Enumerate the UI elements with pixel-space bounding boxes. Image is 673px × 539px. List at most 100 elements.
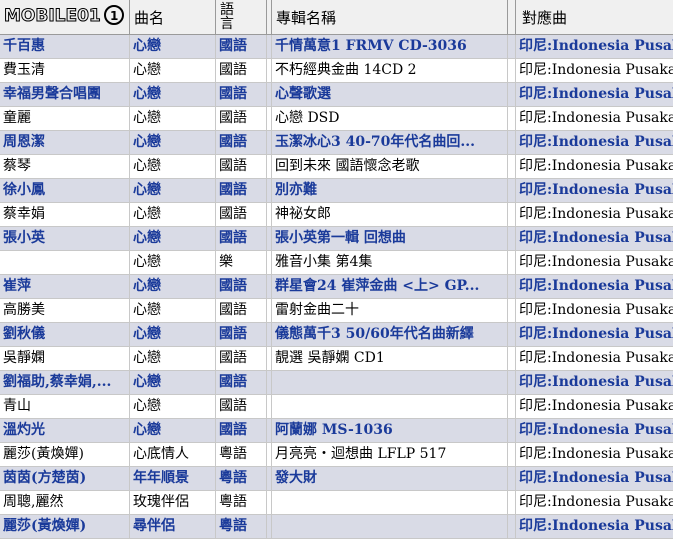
table-row[interactable]: 周聰,麗然 玫瑰伴侶 粵語 印尼:Indonesia Pusaka <box>0 491 673 515</box>
song-cell[interactable]: 心戀 <box>130 275 216 298</box>
album-cell[interactable]: 心戀 DSD <box>272 107 508 130</box>
column-header-language[interactable]: 語 言 <box>216 0 267 34</box>
album-cell[interactable]: 千情萬意1 FRMV CD-3036 <box>272 35 508 58</box>
song-cell[interactable]: 心戀 <box>130 347 216 370</box>
language-cell[interactable]: 國語 <box>216 35 267 58</box>
song-cell[interactable]: 心戀 <box>130 179 216 202</box>
song-cell[interactable]: 年年順景 <box>130 467 216 490</box>
table-row[interactable]: 蔡琴 心戀 國語 回到未來 國語懷念老歌 印尼:Indonesia Pusaka <box>0 155 673 179</box>
singer-cell[interactable]: 吳靜嫻 <box>0 347 130 370</box>
singer-cell[interactable]: 幸福男聲合唱團 <box>0 83 130 106</box>
match-cell[interactable]: 印尼:Indonesia Pusaka <box>516 155 673 178</box>
language-cell[interactable]: 粵語 <box>216 491 267 514</box>
song-cell[interactable]: 心戀 <box>130 107 216 130</box>
table-row[interactable]: 麗莎(黃煥嬋)尋伴侶粵語 印尼:Indonesia Pusaka <box>0 515 673 539</box>
singer-cell[interactable]: 茵茵(方楚茵) <box>0 467 130 490</box>
singer-cell[interactable]: 張小英 <box>0 227 130 250</box>
singer-cell[interactable]: 童麗 <box>0 107 130 130</box>
table-row[interactable]: 千百惠 心戀 國語 千情萬意1 FRMV CD-3036 印尼:Indonesia Pu… <box>0 35 673 59</box>
table-row[interactable]: 吳靜嫻 心戀 國語 靚選 吳靜嫻 CD1 印尼:Indonesia Pusaka <box>0 347 673 371</box>
match-cell[interactable]: 印尼:Indonesia Pusaka <box>516 371 673 394</box>
language-cell[interactable]: 粵語 <box>216 467 267 490</box>
match-cell[interactable]: 印尼:Indonesia Pusaka <box>516 491 673 514</box>
table-row[interactable]: 費玉清 心戀 國語 不朽經典金曲 14CD 2 印尼:Indonesia Pusaka <box>0 59 673 83</box>
song-cell[interactable]: 心戀 <box>130 35 216 58</box>
album-cell[interactable]: 發大財 <box>272 467 508 490</box>
language-cell[interactable]: 粵語 <box>216 515 267 538</box>
singer-cell[interactable]: 周恩潔 <box>0 131 130 154</box>
singer-cell[interactable]: 青山 <box>0 395 130 418</box>
album-cell[interactable] <box>272 491 508 514</box>
match-cell[interactable]: 印尼:Indonesia Pusaka <box>516 515 673 538</box>
singer-cell[interactable] <box>0 251 130 274</box>
song-cell[interactable]: 心戀 <box>130 395 216 418</box>
language-cell[interactable]: 國語 <box>216 371 267 394</box>
song-cell[interactable]: 心底情人 <box>130 443 216 466</box>
singer-cell[interactable]: 溫灼光 <box>0 419 130 442</box>
singer-cell[interactable]: 高勝美 <box>0 299 130 322</box>
language-cell[interactable]: 國語 <box>216 179 267 202</box>
album-cell[interactable]: 張小英第一輯 回想曲 <box>272 227 508 250</box>
language-cell[interactable]: 國語 <box>216 107 267 130</box>
language-cell[interactable]: 國語 <box>216 227 267 250</box>
language-cell[interactable]: 國語 <box>216 347 267 370</box>
language-cell[interactable]: 國語 <box>216 131 267 154</box>
song-cell[interactable]: 心戀 <box>130 203 216 226</box>
song-cell[interactable]: 心戀 <box>130 227 216 250</box>
column-header-singer[interactable]: MOBILE01 1 <box>0 0 130 34</box>
match-cell[interactable]: 印尼:Indonesia Pusaka <box>516 131 673 154</box>
match-cell[interactable]: 印尼:Indonesia Pusaka <box>516 323 673 346</box>
album-cell[interactable]: 別亦難 <box>272 179 508 202</box>
song-cell[interactable]: 尋伴侶 <box>130 515 216 538</box>
language-cell[interactable]: 國語 <box>216 203 267 226</box>
singer-cell[interactable]: 蔡幸娟 <box>0 203 130 226</box>
table-row[interactable]: 張小英心戀國語張小英第一輯 回想曲印尼:Indonesia Pusaka <box>0 227 673 251</box>
song-cell[interactable]: 心戀 <box>130 419 216 442</box>
song-cell[interactable]: 心戀 <box>130 371 216 394</box>
singer-cell[interactable]: 蔡琴 <box>0 155 130 178</box>
table-row[interactable]: 幸福男聲合唱團心戀國語心聲歌選印尼:Indonesia Pusaka <box>0 83 673 107</box>
table-row[interactable]: 高勝美 心戀 國語 雷射金曲二十 印尼:Indonesia Pusaka <box>0 299 673 323</box>
match-cell[interactable]: 印尼:Indonesia Pusaka <box>516 107 673 130</box>
match-cell[interactable]: 印尼:Indonesia Pusaka <box>516 251 673 274</box>
song-cell[interactable]: 心戀 <box>130 59 216 82</box>
song-cell[interactable]: 玫瑰伴侶 <box>130 491 216 514</box>
album-cell[interactable]: 阿蘭娜 MS-1036 <box>272 419 508 442</box>
table-row[interactable]: 劉福助,蔡幸娟,...心戀國語 印尼:Indonesia Pusaka <box>0 371 673 395</box>
singer-cell[interactable]: 千百惠 <box>0 35 130 58</box>
language-cell[interactable]: 國語 <box>216 155 267 178</box>
match-cell[interactable]: 印尼:Indonesia Pusaka <box>516 59 673 82</box>
match-cell[interactable]: 印尼:Indonesia Pusaka <box>516 275 673 298</box>
song-cell[interactable]: 心戀 <box>130 251 216 274</box>
match-cell[interactable]: 印尼:Indonesia Pusaka <box>516 347 673 370</box>
singer-cell[interactable]: 麗莎(黃煥嬋) <box>0 515 130 538</box>
table-row[interactable]: 崔萍 心戀 國語 群星會24 崔萍金曲 <上> GP... 印尼:Indonesia P… <box>0 275 673 299</box>
album-cell[interactable]: 雷射金曲二十 <box>272 299 508 322</box>
singer-cell[interactable]: 徐小鳳 <box>0 179 130 202</box>
match-cell[interactable]: 印尼:Indonesia Pusaka <box>516 395 673 418</box>
column-header-song[interactable]: 曲名 <box>130 0 216 34</box>
language-cell[interactable]: 國語 <box>216 299 267 322</box>
language-cell[interactable]: 粵語 <box>216 443 267 466</box>
match-cell[interactable]: 印尼:Indonesia Pusaka <box>516 443 673 466</box>
album-cell[interactable]: 靚選 吳靜嫻 CD1 <box>272 347 508 370</box>
album-cell[interactable]: 神祕女郎 <box>272 203 508 226</box>
language-cell[interactable]: 國語 <box>216 59 267 82</box>
match-cell[interactable]: 印尼:Indonesia Pusaka <box>516 419 673 442</box>
album-cell[interactable]: 儀態萬千3 50/60年代名曲新繹 <box>272 323 508 346</box>
singer-cell[interactable]: 費玉清 <box>0 59 130 82</box>
language-cell[interactable]: 國語 <box>216 323 267 346</box>
column-header-match[interactable]: 對應曲 <box>516 0 673 34</box>
table-row[interactable]: 青山 心戀 國語 印尼:Indonesia Pusaka <box>0 395 673 419</box>
table-row[interactable]: 蔡幸娟 心戀 國語 神祕女郎 印尼:Indonesia Pusaka <box>0 203 673 227</box>
singer-cell[interactable]: 周聰,麗然 <box>0 491 130 514</box>
album-cell[interactable]: 群星會24 崔萍金曲 <上> GP... <box>272 275 508 298</box>
language-cell[interactable]: 國語 <box>216 395 267 418</box>
song-cell[interactable]: 心戀 <box>130 83 216 106</box>
match-cell[interactable]: 印尼:Indonesia Pusaka <box>516 179 673 202</box>
song-cell[interactable]: 心戀 <box>130 323 216 346</box>
singer-cell[interactable]: 劉福助,蔡幸娟,... <box>0 371 130 394</box>
language-cell[interactable]: 國語 <box>216 419 267 442</box>
match-cell[interactable]: 印尼:Indonesia Pusaka <box>516 83 673 106</box>
match-cell[interactable]: 印尼:Indonesia Pusaka <box>516 227 673 250</box>
